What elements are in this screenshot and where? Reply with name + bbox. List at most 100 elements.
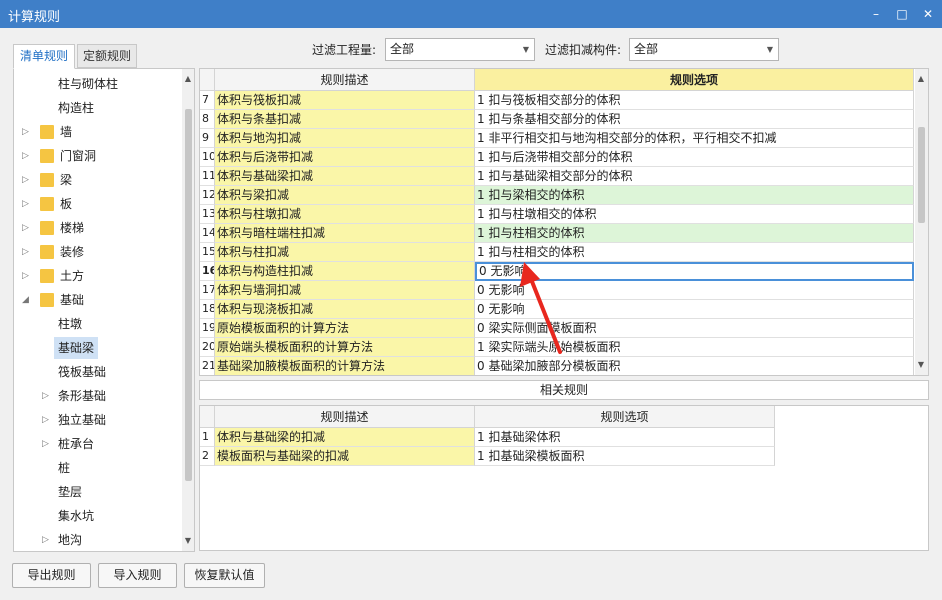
- tree-item[interactable]: ▷ 板: [14, 193, 184, 215]
- minimize-button[interactable]: –: [866, 4, 886, 24]
- expand-arrow-icon[interactable]: ▷: [22, 193, 32, 215]
- rule-option[interactable]: 1 扣与条基相交部分的体积: [475, 110, 914, 129]
- expand-arrow-icon[interactable]: ▷: [22, 241, 32, 263]
- table-row[interactable]: 12 体积与梁扣减 1 扣与梁相交的体积: [200, 186, 914, 205]
- filter-component-select[interactable]: 全部 ▼: [629, 38, 779, 61]
- table-row[interactable]: 13 体积与柱墩扣减 1 扣与柱墩相交的体积: [200, 205, 914, 224]
- expand-arrow-icon[interactable]: ▷: [42, 529, 52, 551]
- grid-scrollbar[interactable]: ▲ ▼: [915, 69, 928, 375]
- rule-description: 体积与墙洞扣减: [215, 281, 475, 300]
- expand-arrow-icon[interactable]: ▷: [22, 169, 32, 191]
- tree-item[interactable]: 筏板基础: [14, 361, 184, 383]
- export-rules-button[interactable]: 导出规则: [12, 563, 91, 588]
- rule-option[interactable]: 0 无影响: [475, 300, 914, 319]
- rule-description: 体积与柱墩扣减: [215, 205, 475, 224]
- rule-option[interactable]: 1 非平行相交扣与地沟相交部分的体积，平行相交不扣减: [475, 129, 914, 148]
- rule-option[interactable]: 0 基础梁加腋部分模板面积: [475, 357, 914, 375]
- rule-option[interactable]: 1 梁实际端头原始模板面积: [475, 338, 914, 357]
- maximize-button[interactable]: □: [892, 4, 912, 24]
- table-row[interactable]: 8 体积与条基扣减 1 扣与条基相交部分的体积: [200, 110, 914, 129]
- row-number: 7: [200, 91, 215, 110]
- rule-option[interactable]: 1 扣与基础梁相交部分的体积: [475, 167, 914, 186]
- rule-option[interactable]: 0 无影响: [475, 262, 914, 281]
- scroll-down-icon[interactable]: ▼: [183, 535, 193, 547]
- rule-option[interactable]: 1 扣与梁相交的体积: [475, 186, 914, 205]
- tree-item[interactable]: ◢ 基础: [14, 289, 184, 311]
- expand-arrow-icon[interactable]: ▷: [42, 385, 52, 407]
- table-row[interactable]: 2 模板面积与基础梁的扣减 1 扣基础梁模板面积: [200, 447, 914, 466]
- tab-bill-rules[interactable]: 清单规则: [13, 44, 75, 69]
- expanded-icon[interactable]: ◢: [22, 289, 32, 311]
- tree-item[interactable]: 集水坑: [14, 505, 184, 527]
- row-number: 17: [200, 281, 215, 300]
- tree-item[interactable]: ▷ 墙: [14, 121, 184, 143]
- row-number: 1: [200, 428, 215, 447]
- tree-item-label: 土方: [60, 269, 85, 283]
- rule-option[interactable]: 1 扣与后浇带相交部分的体积: [475, 148, 914, 167]
- tree-item[interactable]: ▷ 地沟: [14, 529, 184, 551]
- table-row[interactable]: 18 体积与现浇板扣减 0 无影响: [200, 300, 914, 319]
- tree-item-label: 墙: [60, 125, 73, 139]
- rule-option[interactable]: 1 扣基础梁体积: [475, 428, 775, 447]
- rule-description: 体积与条基扣减: [215, 110, 475, 129]
- tree-item[interactable]: ▷ 楼梯: [14, 217, 184, 239]
- folder-icon: [40, 293, 54, 307]
- tree-item[interactable]: 基础梁: [14, 337, 184, 359]
- restore-defaults-button[interactable]: 恢复默认值: [184, 563, 265, 588]
- table-row[interactable]: 15 体积与柱扣减 1 扣与柱相交的体积: [200, 243, 914, 262]
- table-row[interactable]: 9 体积与地沟扣减 1 非平行相交扣与地沟相交部分的体积，平行相交不扣减: [200, 129, 914, 148]
- tree-item[interactable]: ▷ 土方: [14, 265, 184, 287]
- tab-quota-rules[interactable]: 定额规则: [77, 44, 137, 68]
- folder-icon: [40, 269, 54, 283]
- expand-arrow-icon[interactable]: ▷: [42, 409, 52, 431]
- close-button[interactable]: ✕: [918, 4, 938, 24]
- table-row[interactable]: 14 体积与暗柱端柱扣减 1 扣与柱相交的体积: [200, 224, 914, 243]
- rule-option[interactable]: 1 扣与柱墩相交的体积: [475, 205, 914, 224]
- tree-item[interactable]: ▷ 装修: [14, 241, 184, 263]
- table-row[interactable]: 20 原始端头模板面积的计算方法 1 梁实际端头原始模板面积: [200, 338, 914, 357]
- table-row[interactable]: 1 体积与基础梁的扣减 1 扣基础梁体积: [200, 428, 914, 447]
- folder-icon: [40, 245, 54, 259]
- table-row[interactable]: 7 体积与筏板扣减 1 扣与筏板相交部分的体积: [200, 91, 914, 110]
- rule-option[interactable]: 1 扣与筏板相交部分的体积: [475, 91, 914, 110]
- table-row[interactable]: 17 体积与墙洞扣减 0 无影响: [200, 281, 914, 300]
- table-row[interactable]: 21 基础梁加腋模板面积的计算方法 0 基础梁加腋部分模板面积: [200, 357, 914, 375]
- scroll-up-icon[interactable]: ▲: [183, 73, 193, 85]
- tree-scroll-thumb[interactable]: [185, 109, 192, 481]
- rule-option[interactable]: 1 扣与柱相交的体积: [475, 224, 914, 243]
- expand-arrow-icon[interactable]: ▷: [22, 121, 32, 143]
- scroll-down-icon[interactable]: ▼: [916, 359, 926, 371]
- header-rule-option: 规则选项: [475, 406, 775, 428]
- tree-item[interactable]: ▷ 门窗洞: [14, 145, 184, 167]
- scroll-up-icon[interactable]: ▲: [916, 73, 926, 85]
- expand-arrow-icon[interactable]: ▷: [22, 265, 32, 287]
- expand-arrow-icon[interactable]: ▷: [22, 217, 32, 239]
- tree-item[interactable]: ▷ 条形基础: [14, 385, 184, 407]
- tree-item[interactable]: ▷ 梁: [14, 169, 184, 191]
- filter-project-select[interactable]: 全部 ▼: [385, 38, 535, 61]
- grid-scroll-thumb[interactable]: [918, 127, 925, 223]
- rule-option[interactable]: 0 无影响: [475, 281, 914, 300]
- tree-item[interactable]: 构造柱: [14, 97, 184, 119]
- rule-option[interactable]: 1 扣与柱相交的体积: [475, 243, 914, 262]
- filter-component-label: 过滤扣减构件:: [545, 43, 622, 57]
- table-row[interactable]: 19 原始模板面积的计算方法 0 梁实际侧面模板面积: [200, 319, 914, 338]
- tree-item[interactable]: ▷ 桩承台: [14, 433, 184, 455]
- expand-arrow-icon[interactable]: ▷: [42, 433, 52, 455]
- tree-item[interactable]: ▷ 独立基础: [14, 409, 184, 431]
- tree-item[interactable]: 桩: [14, 457, 184, 479]
- filter-component-value: 全部: [634, 42, 659, 56]
- import-rules-button[interactable]: 导入规则: [98, 563, 177, 588]
- rule-option[interactable]: 0 梁实际侧面模板面积: [475, 319, 914, 338]
- table-row[interactable]: 11 体积与基础梁扣减 1 扣与基础梁相交部分的体积: [200, 167, 914, 186]
- rule-option[interactable]: 1 扣基础梁模板面积: [475, 447, 775, 466]
- tree-item[interactable]: 垫层: [14, 481, 184, 503]
- expand-arrow-icon[interactable]: ▷: [22, 145, 32, 167]
- rule-description: 原始模板面积的计算方法: [215, 319, 475, 338]
- table-row[interactable]: 10 体积与后浇带扣减 1 扣与后浇带相交部分的体积: [200, 148, 914, 167]
- table-row[interactable]: 16体积与构造柱扣减0 无影响: [200, 262, 914, 281]
- tree-scrollbar[interactable]: ▲ ▼: [182, 69, 194, 551]
- folder-icon: [40, 173, 54, 187]
- tree-item[interactable]: 柱墩: [14, 313, 184, 335]
- tree-item[interactable]: 柱与砌体柱: [14, 73, 184, 95]
